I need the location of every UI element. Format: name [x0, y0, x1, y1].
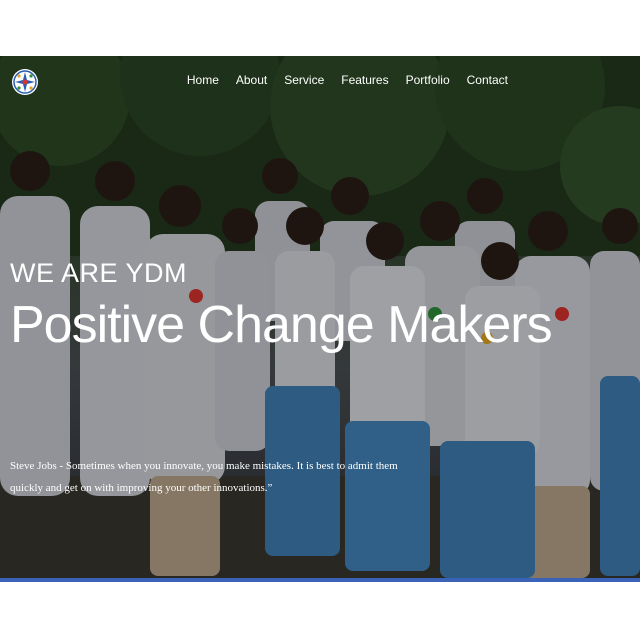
- top-navigation: Home About Service Features Portfolio Co…: [0, 56, 640, 106]
- nav-link-features[interactable]: Features: [341, 73, 388, 87]
- ydm-logo-icon[interactable]: [11, 68, 39, 96]
- nav-link-home[interactable]: Home: [187, 73, 219, 87]
- hero-headline: Positive Change Makers: [10, 296, 553, 354]
- hero-text-block: WE ARE YDM Positive Change Makers: [10, 258, 610, 354]
- nav-link-portfolio[interactable]: Portfolio: [406, 73, 450, 87]
- nav-links: Home About Service Features Portfolio Co…: [170, 73, 508, 87]
- nav-link-service[interactable]: Service: [284, 73, 324, 87]
- page: Home About Service Features Portfolio Co…: [0, 0, 640, 640]
- hero-eyebrow: WE ARE YDM: [10, 258, 188, 288]
- nav-link-about[interactable]: About: [236, 73, 267, 87]
- hero-bottom-accent-bar: [0, 578, 640, 582]
- nav-link-contact[interactable]: Contact: [467, 73, 508, 87]
- hero-quote: Steve Jobs - Sometimes when you innovate…: [10, 460, 398, 494]
